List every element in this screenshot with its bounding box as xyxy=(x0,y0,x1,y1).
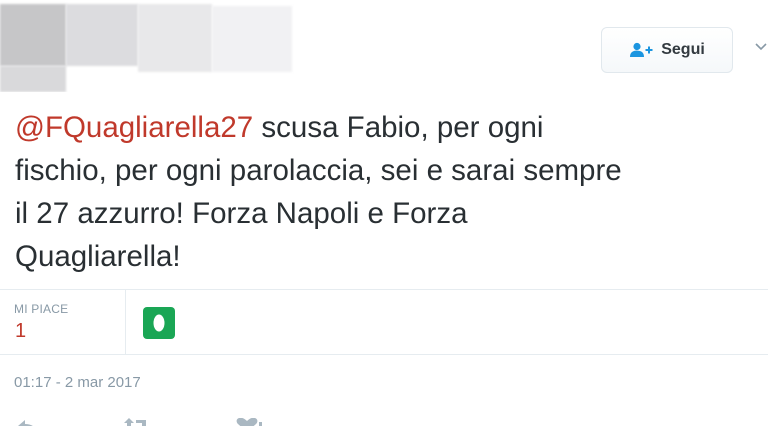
tweet-text: @FQuagliarella27 scusa Fabio, per ogni fi… xyxy=(15,106,765,278)
tweet-timestamp[interactable]: 01:17 - 2 mar 2017 xyxy=(14,374,141,391)
likes-label: MI PIACE xyxy=(14,302,69,316)
blurred-avatar-shadow xyxy=(0,66,66,92)
follow-button[interactable]: Segui xyxy=(601,27,733,73)
blurred-display-name xyxy=(66,4,138,66)
retweet-icon[interactable] xyxy=(124,418,152,426)
blurred-username xyxy=(212,6,292,72)
follow-button-label: Segui xyxy=(661,41,705,58)
chevron-down-icon[interactable] xyxy=(754,40,768,54)
tweet-text-line: il 27 azzurro! Forza Napoli e Forza xyxy=(15,197,468,230)
blurred-display-name xyxy=(138,4,212,72)
add-user-icon xyxy=(630,42,653,57)
mention-link[interactable]: @FQuagliarella27 xyxy=(15,111,253,144)
stats-divider xyxy=(125,290,126,354)
heart-icon[interactable] xyxy=(236,418,262,426)
tweet-actions xyxy=(0,414,768,426)
likes-count[interactable]: 1 xyxy=(15,320,26,343)
blurred-user-header xyxy=(0,0,300,92)
blurred-avatar[interactable] xyxy=(0,4,66,66)
tweet-stats: MI PIACE 1 xyxy=(0,289,768,355)
tweet-text-line: fischio, per ogni parolaccia, sei e sara… xyxy=(15,154,622,187)
avatar-emblem-icon xyxy=(153,314,165,332)
tweet-text-line: scusa Fabio, per ogni xyxy=(253,111,544,144)
reply-icon[interactable] xyxy=(16,418,38,426)
liker-avatar[interactable] xyxy=(143,307,175,339)
tweet-text-line: Quagliarella! xyxy=(15,240,181,273)
